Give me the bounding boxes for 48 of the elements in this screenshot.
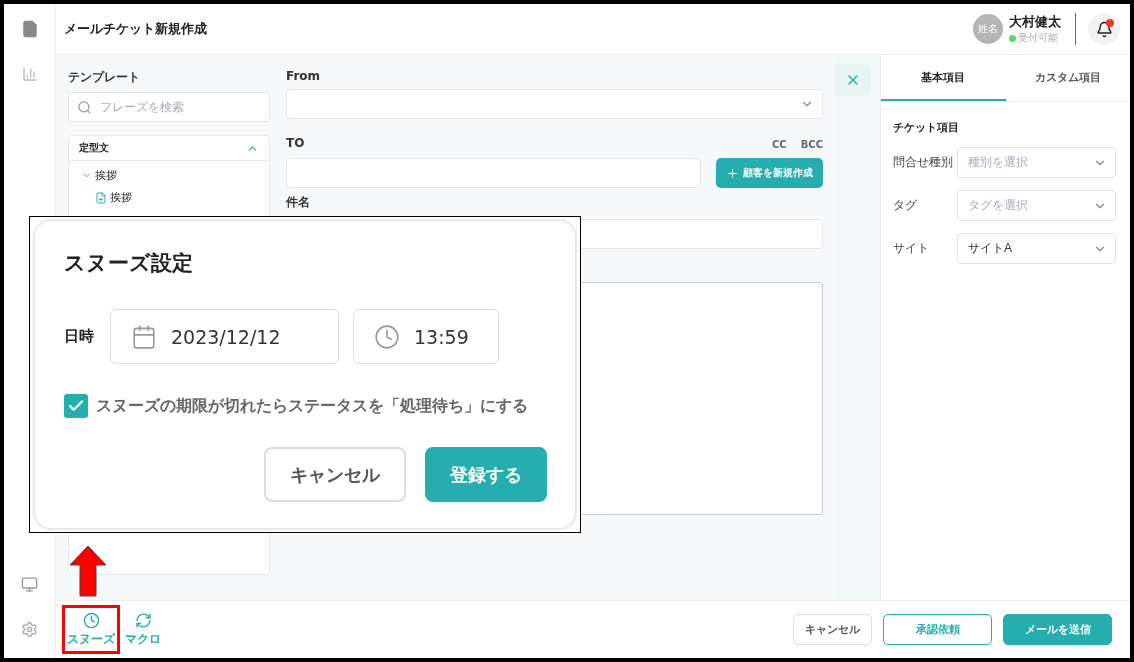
panel-tab[interactable]: カスタム項目 [1005, 55, 1130, 101]
from-label: From [286, 69, 322, 83]
monitor-icon[interactable] [21, 576, 38, 593]
page-title: メールチケット新規作成 [64, 20, 208, 38]
footer-button[interactable]: キャンセル [793, 614, 872, 645]
plus-icon [726, 166, 739, 180]
bell-icon [1095, 20, 1113, 38]
close-button[interactable] [835, 64, 871, 96]
tree-item[interactable]: 挨拶 [110, 190, 132, 205]
notification-button[interactable] [1088, 13, 1120, 45]
field-label: サイト [893, 240, 930, 257]
calendar-icon [131, 323, 157, 350]
chart-icon[interactable] [21, 66, 38, 82]
field-label: 問合せ種別 [893, 154, 954, 171]
date-field[interactable]: 2023/12/12 [110, 309, 339, 364]
field-label: タグ [893, 197, 918, 214]
time-field[interactable]: 13:59 [353, 309, 499, 364]
checkbox-label: スヌーズの期限が切れたらステータスを「処理待ち」にする [96, 395, 528, 417]
cancel-button[interactable]: キャンセル [264, 447, 406, 502]
bcc-link[interactable]: BCC [800, 139, 823, 150]
dialog-title: スヌーズ設定 [64, 250, 194, 277]
section-title: チケット項目 [893, 120, 960, 135]
search-box[interactable]: フレーズを検索 [68, 92, 270, 122]
template-label: テンプレート [68, 69, 141, 86]
document-icon[interactable] [20, 20, 39, 38]
user-name: 大村健太 [1009, 13, 1061, 31]
datetime-label: 日時 [64, 327, 95, 346]
refresh-icon [134, 611, 152, 629]
snooze-button[interactable]: スヌーズ [62, 605, 120, 654]
search-icon [77, 99, 92, 115]
cc-link[interactable]: CC [772, 139, 787, 150]
select-field[interactable]: サイトA [957, 233, 1116, 264]
footer-button[interactable]: 承認依頼 [883, 614, 992, 645]
to-label: TO [286, 135, 305, 150]
checkbox[interactable] [64, 394, 88, 418]
avatar: 姓名 [973, 14, 1003, 44]
clock-icon [374, 323, 400, 350]
settings-icon[interactable] [21, 621, 38, 638]
group-title: 定型文 [79, 141, 109, 155]
clock-icon [82, 611, 100, 629]
document-plus-icon [95, 191, 107, 204]
macro-button[interactable]: マクロ [120, 605, 166, 654]
panel-tab[interactable]: 基本項目 [881, 55, 1006, 101]
subject-label: 件名 [286, 194, 311, 211]
search-field[interactable]: フレーズを検索 [98, 99, 248, 115]
user-status: 受付可能 [1018, 31, 1058, 45]
tree-item[interactable]: 挨拶 [95, 168, 117, 183]
arrow-icon [69, 545, 107, 597]
